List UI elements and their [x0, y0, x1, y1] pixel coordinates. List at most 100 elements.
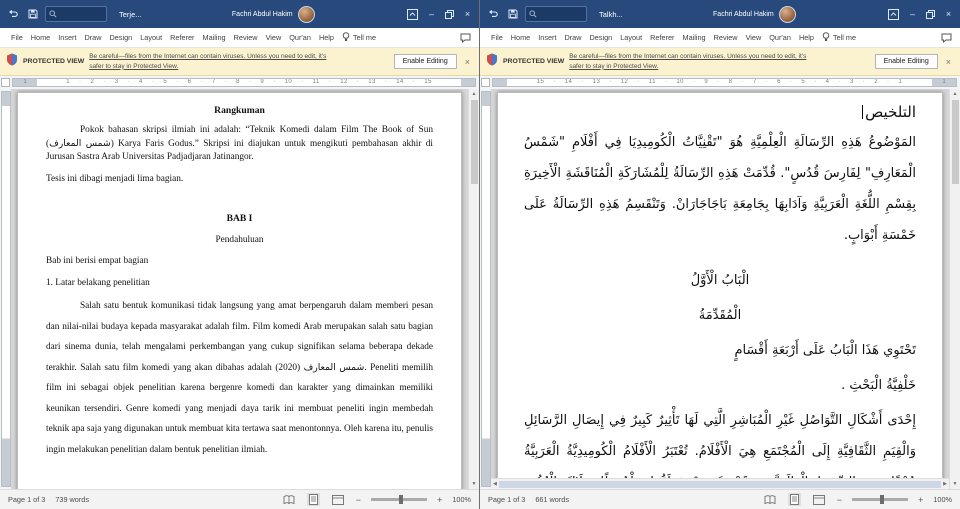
tab-home[interactable]: Home — [507, 33, 534, 42]
zoom-level[interactable]: 100% — [933, 495, 952, 504]
read-mode-icon[interactable] — [762, 494, 778, 506]
enable-editing-button[interactable]: Enable Editing — [393, 54, 457, 69]
zoom-slider[interactable] — [371, 495, 428, 504]
vertical-ruler[interactable] — [0, 89, 11, 489]
scrollbar-thumb[interactable] — [470, 100, 478, 184]
paragraph: المَوْضُوعُ هَذِهِ الرِّسَالَةِ الْعِلْم… — [524, 135, 916, 243]
search-input[interactable] — [45, 6, 107, 22]
zoom-in-button[interactable]: + — [918, 495, 923, 505]
tell-me[interactable]: Tell me — [818, 31, 860, 44]
paragraph: 1. Latar belakang penelitian — [46, 277, 150, 288]
paragraph: Pokok bahasan skripsi ilmiah ini adalah:… — [46, 125, 434, 162]
avatar[interactable] — [778, 5, 796, 23]
tab-layout[interactable]: Layout — [616, 33, 646, 42]
ribbon-tabs: File Home Insert Draw Design Layout Refe… — [480, 28, 960, 48]
ribbon-display-options-icon[interactable] — [886, 7, 901, 22]
tab-stop-selector[interactable] — [481, 78, 490, 87]
tab-design[interactable]: Design — [106, 33, 137, 42]
document-page[interactable]: التلخيص المَوْضُوعُ هَذِهِ الرِّسَالَةِ … — [497, 92, 943, 489]
ribbon-display-options-icon[interactable] — [405, 7, 420, 22]
avatar[interactable] — [297, 5, 315, 23]
word-window-right: Talkh... Fachri Abdul Hakim – × File Hom… — [480, 0, 960, 509]
tab-stop-selector[interactable] — [1, 78, 10, 87]
tab-mailings[interactable]: Mailing — [199, 33, 230, 42]
search-input[interactable] — [525, 6, 587, 22]
web-layout-icon[interactable] — [330, 494, 346, 506]
tab-mailings[interactable]: Mailing — [679, 33, 710, 42]
zoom-slider[interactable] — [852, 495, 909, 504]
tab-home[interactable]: Home — [27, 33, 54, 42]
chapter-subheading: الْمُقَدِّمَةُ — [698, 308, 742, 323]
page-indicator[interactable]: Page 1 of 3 — [8, 495, 45, 504]
scroll-up-icon[interactable]: ▲ — [472, 91, 477, 97]
search-icon — [49, 5, 57, 23]
tab-review[interactable]: Review — [230, 33, 262, 42]
vertical-scrollbar[interactable]: ▲ ▼ — [949, 89, 960, 489]
tab-file[interactable]: File — [487, 33, 507, 42]
print-layout-icon[interactable] — [787, 493, 801, 506]
tab-references[interactable]: Referer — [646, 33, 678, 42]
tab-references[interactable]: Referer — [166, 33, 198, 42]
zoom-level[interactable]: 100% — [452, 495, 471, 504]
zoom-in-button[interactable]: + — [437, 495, 442, 505]
close-icon[interactable]: × — [943, 57, 954, 67]
vertical-ruler[interactable] — [480, 89, 491, 489]
horizontal-scrollbar[interactable]: ◀ ▶ — [491, 478, 949, 489]
vertical-scrollbar[interactable]: ▲ ▼ — [468, 89, 479, 489]
protected-view-bar: PROTECTED VIEW Be careful—files from the… — [480, 48, 960, 76]
close-icon[interactable]: × — [461, 7, 474, 22]
undo-icon[interactable] — [5, 7, 20, 22]
minimize-icon[interactable]: – — [906, 7, 919, 22]
enable-editing-button[interactable]: Enable Editing — [874, 54, 938, 69]
tab-review[interactable]: Review — [710, 33, 742, 42]
lightbulb-icon — [822, 31, 830, 44]
word-count[interactable]: 739 words — [55, 495, 89, 504]
tab-draw[interactable]: Draw — [80, 33, 105, 42]
read-mode-icon[interactable] — [281, 494, 297, 506]
scrollbar-thumb[interactable] — [951, 100, 959, 184]
horizontal-ruler[interactable]: 1 1 · 2 · 3 · 4 · 5 · 6 · 7 · 8 · 9 · 10… — [12, 78, 476, 87]
print-layout-icon[interactable] — [306, 493, 320, 506]
tab-insert[interactable]: Insert — [534, 33, 560, 42]
tab-layout[interactable]: Layout — [136, 33, 166, 42]
save-icon[interactable] — [505, 7, 520, 22]
tab-help[interactable]: Help — [315, 33, 338, 42]
horizontal-ruler[interactable]: 15 · 14 · 13 · 12 · 11 · 10 · 9 · 8 · 7 … — [492, 78, 957, 87]
close-icon[interactable]: × — [942, 7, 955, 22]
comments-icon[interactable] — [456, 33, 475, 43]
zoom-slider-thumb[interactable] — [880, 495, 885, 504]
restore-icon[interactable] — [924, 7, 937, 22]
tab-quran[interactable]: Qur'an — [765, 33, 795, 42]
tab-quran[interactable]: Qur'an — [285, 33, 315, 42]
tab-insert[interactable]: Insert — [54, 33, 80, 42]
scroll-left-icon[interactable]: ◀ — [493, 481, 497, 487]
zoom-out-button[interactable]: − — [837, 495, 842, 505]
scroll-up-icon[interactable]: ▲ — [953, 91, 958, 97]
word-count[interactable]: 661 words — [535, 495, 569, 504]
page-indicator[interactable]: Page 1 of 3 — [488, 495, 525, 504]
scroll-right-icon[interactable]: ▶ — [943, 481, 947, 487]
close-icon[interactable]: × — [462, 57, 473, 67]
save-icon[interactable] — [25, 7, 40, 22]
tab-view[interactable]: View — [262, 33, 286, 42]
tell-me[interactable]: Tell me — [338, 31, 380, 44]
comments-icon[interactable] — [937, 33, 956, 43]
document-page[interactable]: Rangkuman Pokok bahasan skripsi ilmiah i… — [17, 92, 462, 489]
minimize-icon[interactable]: – — [425, 7, 438, 22]
scrollbar-thumb[interactable] — [498, 480, 942, 488]
web-layout-icon[interactable] — [811, 494, 827, 506]
tab-design[interactable]: Design — [586, 33, 617, 42]
tab-file[interactable]: File — [7, 33, 27, 42]
tab-view[interactable]: View — [742, 33, 766, 42]
document-canvas: التلخيص المَوْضُوعُ هَذِهِ الرِّسَالَةِ … — [480, 89, 960, 489]
document-body: التلخيص المَوْضُوعُ هَذِهِ الرِّسَالَةِ … — [498, 93, 942, 489]
restore-icon[interactable] — [443, 7, 456, 22]
scroll-down-icon[interactable]: ▼ — [953, 481, 958, 487]
undo-icon[interactable] — [485, 7, 500, 22]
shield-icon — [6, 53, 18, 71]
scroll-down-icon[interactable]: ▼ — [472, 481, 477, 487]
tab-draw[interactable]: Draw — [560, 33, 585, 42]
tab-help[interactable]: Help — [795, 33, 818, 42]
zoom-slider-thumb[interactable] — [399, 495, 404, 504]
zoom-out-button[interactable]: − — [356, 495, 361, 505]
